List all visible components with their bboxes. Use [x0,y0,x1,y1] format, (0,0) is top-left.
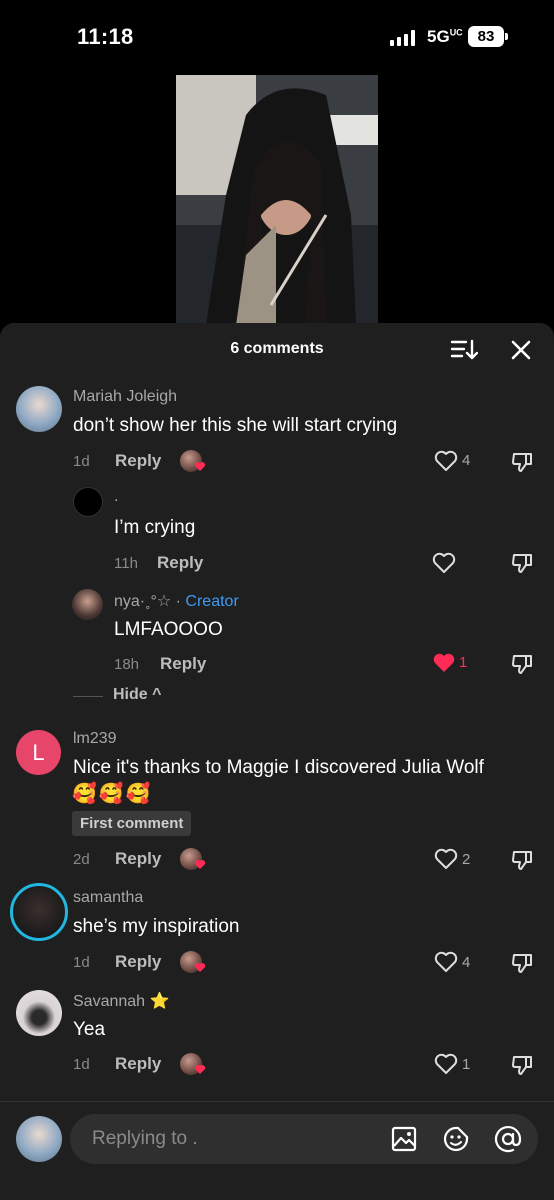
comment-time: 1d [73,954,90,971]
dislike-icon[interactable] [511,952,533,974]
dislike-icon[interactable] [511,451,533,473]
reply-button[interactable]: Reply [115,849,161,869]
divider [73,696,103,697]
first-comment-badge: First comment [72,811,192,836]
reply-button[interactable]: Reply [160,654,206,674]
comment-username[interactable]: lm239 [73,730,117,748]
reply-button[interactable]: Reply [115,952,161,972]
avatar[interactable] [72,589,103,620]
status-bar: 11:18 5GUC 83 [0,0,554,72]
mention-icon[interactable] [494,1125,522,1153]
like-count: 2 [462,851,471,868]
comment-username[interactable]: samantha [73,889,143,907]
heart-icon[interactable] [434,1053,458,1075]
battery-icon: 83 [468,26,508,47]
comment-emojis: 🥰🥰🥰 [72,783,153,805]
like-count: 1 [462,1056,471,1073]
comment-input-bar: Replying to . [0,1101,554,1200]
creator-heart-icon [194,462,206,471]
comment-text: Yea [73,1019,106,1040]
comment-time: 18h [114,656,140,673]
comment-text: she’s my inspiration [73,916,240,937]
image-icon[interactable] [390,1125,418,1153]
comment-username[interactable]: Mariah Joleigh [73,388,177,406]
heart-icon-liked[interactable] [432,652,456,674]
avatar[interactable] [10,883,68,941]
comment-time: 11h [114,555,138,572]
creator-heart-icon [194,963,206,972]
like-count: 1 [459,654,468,671]
reply-button[interactable]: Reply [157,553,203,573]
creator-heart-icon [194,1065,206,1074]
dislike-icon[interactable] [511,552,533,574]
close-icon[interactable] [508,337,534,363]
comment-input[interactable]: Replying to . [70,1114,538,1164]
avatar[interactable] [73,487,103,517]
heart-icon[interactable] [434,951,458,973]
dislike-icon[interactable] [511,849,533,871]
signal-icon [390,30,418,46]
sticker-icon[interactable] [442,1125,470,1153]
avatar[interactable] [16,990,62,1036]
comment-time: 2d [73,851,90,868]
creator-label: Creator [185,593,239,610]
sheet-header: 6 comments [0,323,554,377]
video-frame-image [176,75,378,325]
comment-username[interactable]: Savannah ⭐ [73,991,169,1011]
comment-text: don’t show her this she will start cryin… [73,415,398,436]
comment-time: 1d [73,453,90,470]
like-count: 4 [462,452,471,469]
reply-button[interactable]: Reply [115,1054,161,1074]
comment-time: 1d [73,1056,90,1073]
creator-heart-icon [194,860,206,869]
dislike-icon[interactable] [511,1054,533,1076]
hide-replies-button[interactable]: Hide ^ [113,686,161,704]
comment-username[interactable]: nya·˳°☆ · Creator [114,591,239,611]
dislike-icon[interactable] [511,653,533,675]
comment-text: LMFAOOOO [114,619,223,640]
sort-icon[interactable] [450,337,478,363]
comment-username[interactable]: . [114,488,118,506]
comments-sheet: 6 comments Mariah Joleigh don’t show her… [0,323,554,1200]
comment-text: I’m crying [114,517,196,538]
reply-button[interactable]: Reply [115,451,161,471]
avatar[interactable] [16,386,62,432]
comment-input-placeholder: Replying to . [92,1128,198,1149]
heart-icon[interactable] [432,552,456,574]
status-time: 11:18 [77,24,134,49]
heart-icon[interactable] [434,450,458,472]
network-label: 5GUC [427,27,463,46]
heart-icon[interactable] [434,848,458,870]
comment-text: Nice it's thanks to Maggie I discovered … [73,757,484,778]
like-count: 4 [462,954,471,971]
my-avatar [16,1116,62,1162]
video-preview[interactable] [176,75,378,325]
avatar[interactable]: L [16,730,61,775]
